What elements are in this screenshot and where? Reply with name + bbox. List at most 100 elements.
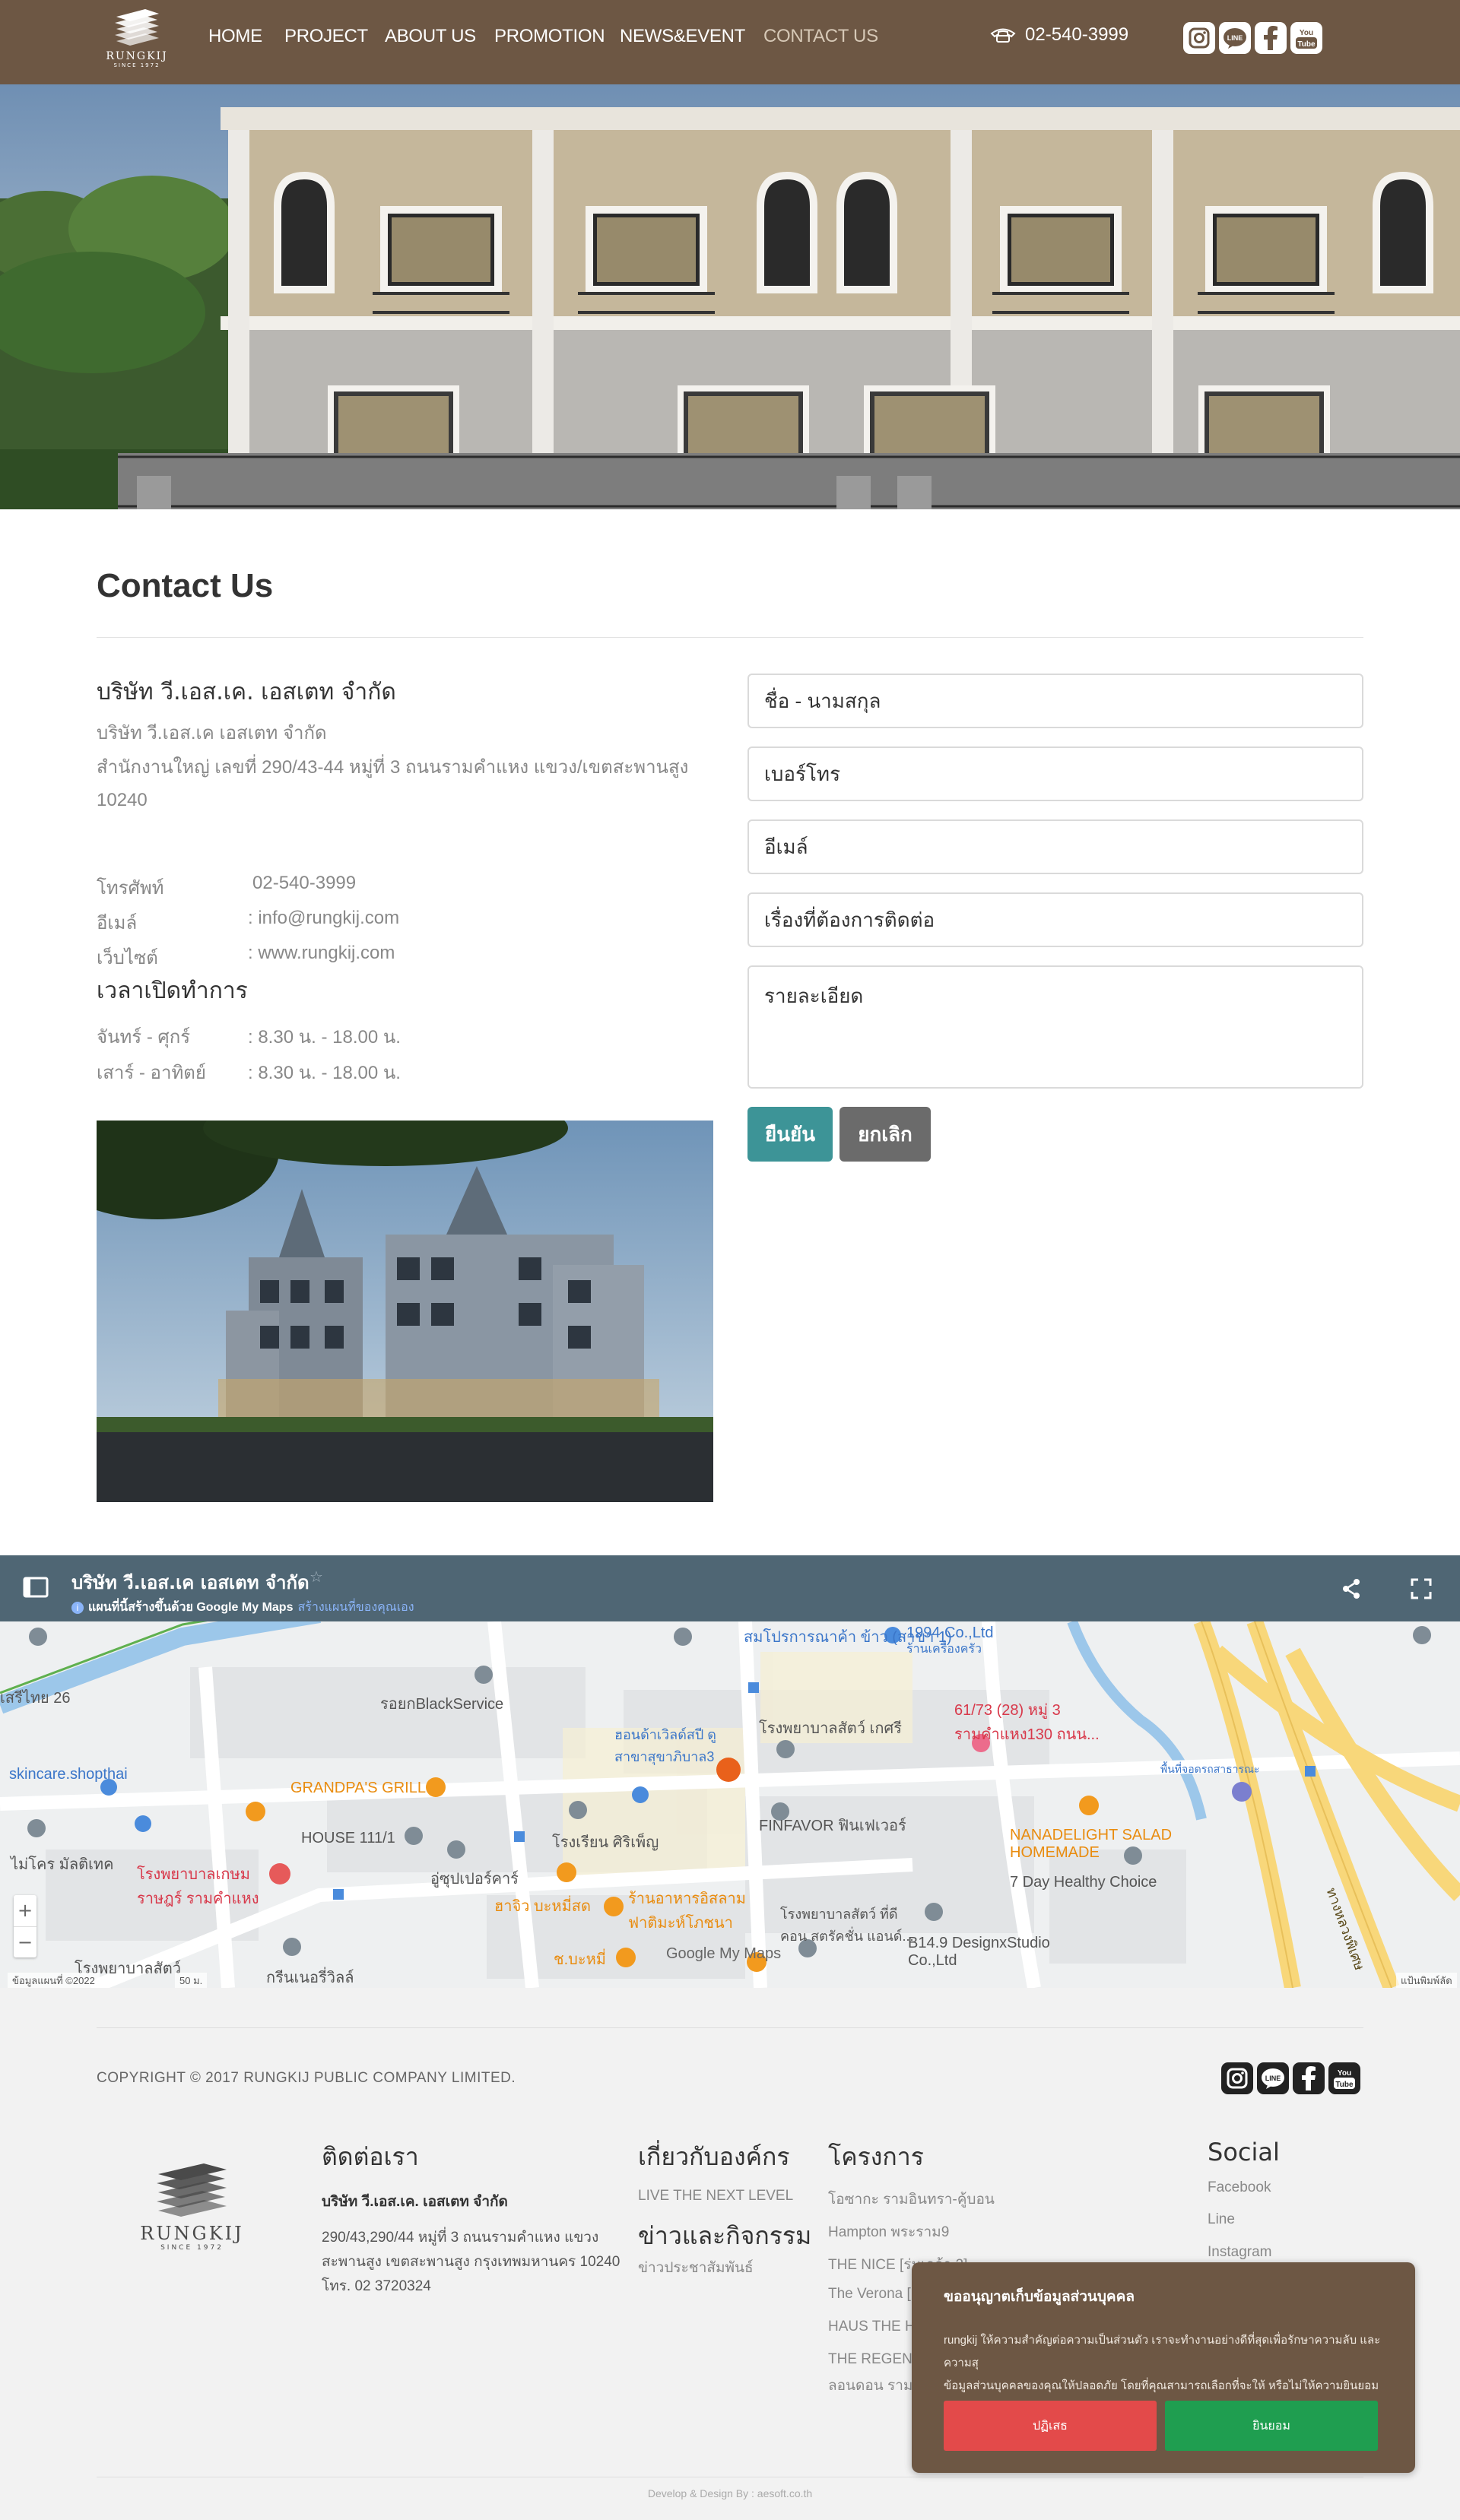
nav-news-event[interactable]: NEWS&EVENT — [620, 26, 745, 47]
cookie-reject-button[interactable]: ปฏิเสธ — [944, 2401, 1157, 2451]
zoom-controls: + − — [14, 1895, 36, 1957]
footer-project-link[interactable]: HAUS THE H — [828, 2319, 916, 2335]
map-shortcuts-link[interactable]: แป้นพิมพ์ลัด — [1396, 1973, 1457, 1988]
logo-name: RUNGKIJ — [106, 50, 168, 62]
map-label: โรงพยาบาลเกษม ราษฎร์ รามคำแหง — [137, 1866, 259, 1907]
footer-logo-since: SINCE 1972 — [160, 2244, 224, 2252]
developer-credit[interactable]: Develop & Design By : aesoft.co.th — [0, 2487, 1460, 2499]
map-label: HOUSE 111/1 — [301, 1830, 395, 1846]
rungkij-logo[interactable]: RUNGKIJ SINCE 1972 — [103, 6, 171, 78]
map-label: B14.9 DesignxStudio Co.,Ltd — [908, 1935, 1050, 1969]
footer-top-divider — [97, 2027, 1363, 2028]
address-line-2: 10240 — [97, 790, 148, 810]
hours-day-weekday: จันทร์ - ศุกร์ — [97, 1027, 191, 1048]
header-phone-number: 02-540-3999 — [1025, 24, 1129, 45]
footer-project-link[interactable]: ลอนดอน รามอิ — [828, 2374, 922, 2397]
footer-project-link[interactable]: Hampton พระราม9 — [828, 2220, 949, 2243]
cancel-button[interactable]: ยกเลิก — [840, 1107, 931, 1162]
header-social-icons: LINE You Tube — [1183, 22, 1322, 54]
map-label: 61/73 (28) หมู่ 3 รามคำแหง130 ถนน... — [954, 1702, 1100, 1743]
facebook-icon[interactable] — [1293, 2062, 1325, 2094]
map-label: 7 Day Healthy Choice — [1010, 1874, 1157, 1891]
map-label: GRANDPA'S GRILL — [290, 1780, 426, 1796]
zoom-in-button[interactable]: + — [14, 1895, 36, 1926]
header-phone[interactable]: 02-540-3999 — [990, 24, 1128, 46]
zoom-out-button[interactable]: − — [14, 1926, 36, 1957]
map-label: ไม่โคร มัลติเทค — [11, 1856, 114, 1873]
map-label: กรีนเนอรี่วิลล์ — [266, 1970, 354, 1986]
map-label: เสรีไทย 26 — [0, 1690, 71, 1707]
nav-project[interactable]: PROJECT — [284, 26, 368, 47]
star-icon[interactable]: ☆ — [309, 1567, 323, 1586]
website-value[interactable]: : www.rungkij.com — [248, 943, 395, 964]
instagram-icon[interactable] — [1183, 22, 1215, 54]
nav-contact-us[interactable]: CONTACT US — [763, 26, 878, 47]
subject-input[interactable]: เรื่องที่ต้องการติดต่อ — [747, 892, 1363, 947]
map-create-link[interactable]: สร้างแผนที่ของคุณเอง — [297, 1598, 414, 1617]
map-title: บริษัท วี.เอส.เค เอสเตท จำกัด — [71, 1572, 309, 1593]
google-map[interactable]: สมโปรการณาค้า ข้าว (สาขา 1) 1994 Co.,Ltd… — [0, 1621, 1460, 1988]
footer-contact-tel: โทร. 02 3720324 — [322, 2278, 431, 2294]
footer-social-line[interactable]: Line — [1208, 2211, 1235, 2228]
svg-text:You: You — [1300, 29, 1313, 37]
line-icon[interactable]: LINE — [1257, 2062, 1289, 2094]
nav-promotion[interactable]: PROMOTION — [494, 26, 605, 47]
footer-project-link[interactable]: The Verona [ — [828, 2286, 911, 2303]
map-label: โรงเรียน ศิริเพ็ญ — [552, 1834, 659, 1851]
phone-label: โทรศัพท์ — [97, 878, 164, 899]
svg-text:You: You — [1338, 2069, 1351, 2078]
svg-text:LINE: LINE — [1265, 2075, 1281, 2082]
company-name: บริษัท วี.เอส.เค. เอสเตท จำกัด — [97, 679, 396, 705]
footer-logo[interactable]: RUNGKIJ SINCE 1972 — [137, 2159, 247, 2252]
submit-button[interactable]: ยืนยัน — [747, 1107, 833, 1162]
email-input[interactable]: อีเมล์ — [747, 819, 1363, 874]
telephone-icon — [990, 28, 1016, 43]
phone-input[interactable]: เบอร์โทร — [747, 746, 1363, 801]
map-label: ฮาจิว บะหมี่สด — [494, 1898, 591, 1915]
map-label: รอยกBlackService — [380, 1696, 504, 1713]
footer-news-link[interactable]: ข่าวประชาสัมพันธ์ — [638, 2256, 754, 2279]
office-building-photo — [97, 1121, 713, 1502]
hours-time-weekday: : 8.30 น. - 18.00 น. — [248, 1027, 401, 1048]
footer-social-instagram[interactable]: Instagram — [1208, 2244, 1271, 2261]
map-subtitle: แผนที่นี้สร้างขึ้นด้วย Google My Maps — [88, 1601, 294, 1614]
youtube-icon[interactable]: You Tube — [1290, 22, 1322, 54]
nav-home[interactable]: HOME — [208, 26, 262, 47]
cookie-body-line-1: rungkij ให้ความสำคัญต่อความเป็นส่วนตัว เ… — [944, 2334, 1381, 2369]
footer-contact-company: บริษัท วี.เอส.เค. เอสเตท จำกัด — [322, 2194, 508, 2210]
map-label: โรงพยาบาลสัตว์ เกศรี — [759, 1720, 902, 1737]
svg-text:LINE: LINE — [1227, 34, 1243, 42]
footer-social-icons: LINE You Tube — [1221, 2062, 1360, 2094]
instagram-icon[interactable] — [1221, 2062, 1253, 2094]
email-value[interactable]: : info@rungkij.com — [248, 908, 399, 929]
hero-banner-image — [0, 84, 1460, 509]
phone-value[interactable]: 02-540-3999 — [252, 873, 356, 894]
hours-title: เวลาเปิดทำการ — [97, 978, 248, 1004]
google-logo: Google My Maps — [666, 1945, 782, 1962]
cookie-accept-button[interactable]: ยินยอม — [1165, 2401, 1378, 2451]
facebook-icon[interactable] — [1255, 22, 1287, 54]
cookie-title: ขออนุญาตเก็บข้อมูลส่วนบุคคล — [944, 2288, 1135, 2305]
footer-project-link[interactable]: โอซากะ รามอินทรา-คู้บอน — [828, 2188, 995, 2211]
hours-time-weekend: : 8.30 น. - 18.00 น. — [248, 1063, 401, 1083]
name-input[interactable]: ชื่อ - นามสกุล — [747, 674, 1363, 728]
email-label: อีเมล์ — [97, 913, 138, 934]
footer-project-link[interactable]: THE REGENT — [828, 2351, 921, 2368]
map-attribution[interactable]: ข้อมูลแผนที่ ©2022 — [8, 1973, 100, 1988]
address-line-1: สำนักงานใหญ่ เลขที่ 290/43-44 หมู่ที่ 3 … — [97, 757, 689, 778]
map-legend-icon[interactable] — [23, 1577, 49, 1598]
line-icon[interactable]: LINE — [1219, 22, 1251, 54]
share-icon[interactable] — [1341, 1578, 1361, 1599]
footer-about-link[interactable]: LIVE THE NEXT LEVEL — [638, 2188, 793, 2205]
youtube-icon[interactable]: You Tube — [1328, 2062, 1360, 2094]
cookie-consent-popup: ขออนุญาตเก็บข้อมูลส่วนบุคคล rungkij ให้ค… — [912, 2262, 1415, 2473]
footer-contact-title: ติดต่อเรา — [322, 2142, 419, 2171]
detail-textarea[interactable]: รายละเอียด — [747, 965, 1363, 1089]
footer-social-facebook[interactable]: Facebook — [1208, 2179, 1271, 2196]
footer-contact-address-1: 290/43,290/44 หมู่ที่ 3 ถนนรามคำแหง แขวง — [322, 2230, 599, 2246]
logo-since: SINCE 1972 — [113, 62, 160, 68]
nav-about-us[interactable]: ABOUT US — [385, 26, 476, 47]
footer-projects-title: โครงการ — [828, 2142, 924, 2171]
map-label: FINFAVOR ฟินเฟเวอร์ — [759, 1818, 906, 1834]
fullscreen-icon[interactable] — [1411, 1578, 1432, 1599]
